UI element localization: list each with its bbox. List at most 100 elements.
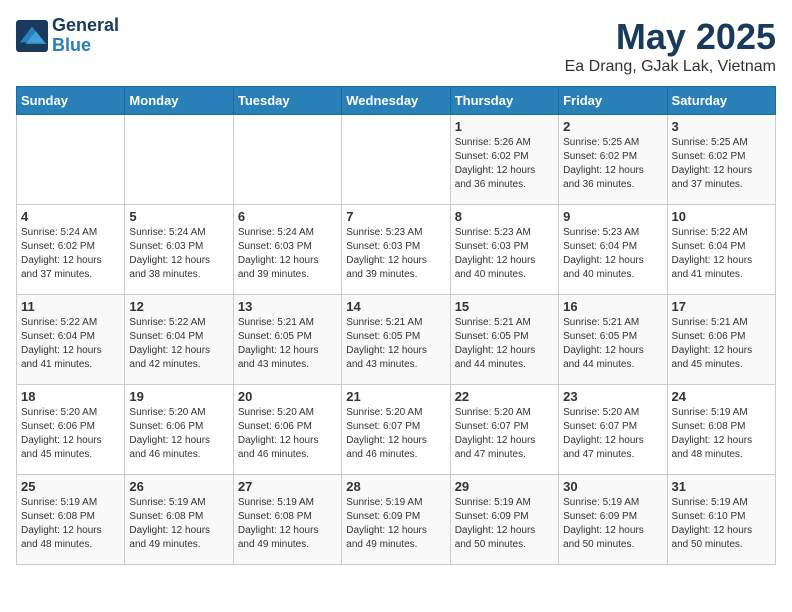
main-title: May 2025 xyxy=(565,16,776,58)
day-info: Sunrise: 5:22 AM Sunset: 6:04 PM Dayligh… xyxy=(21,316,120,372)
day-info: Sunrise: 5:21 AM Sunset: 6:06 PM Dayligh… xyxy=(672,316,771,372)
day-number: 15 xyxy=(455,299,554,314)
calendar-cell: 19Sunrise: 5:20 AM Sunset: 6:06 PM Dayli… xyxy=(125,385,233,475)
day-number: 31 xyxy=(672,479,771,494)
logo-line2: Blue xyxy=(52,36,119,56)
logo-line1: General xyxy=(52,16,119,36)
calendar-cell: 14 Sunrise: 5:21 AM Sunset: 6:05 PM Dayli… xyxy=(342,295,450,385)
calendar-cell: 1Sunrise: 5:26 AM Sunset: 6:02 PM Daylig… xyxy=(450,115,558,205)
day-number: 24 xyxy=(672,389,771,404)
calendar-cell xyxy=(125,115,233,205)
calendar-cell: 7 Sunrise: 5:23 AM Sunset: 6:03 PM Daylig… xyxy=(342,205,450,295)
day-info: Sunrise: 5:19 AM Sunset: 6:09 PM Dayligh… xyxy=(346,496,445,552)
day-number: 5 xyxy=(129,209,228,224)
column-header-tuesday: Tuesday xyxy=(233,87,341,115)
week-row-1: 1Sunrise: 5:26 AM Sunset: 6:02 PM Daylig… xyxy=(17,115,776,205)
day-info: Sunrise: 5:19 AM Sunset: 6:10 PM Dayligh… xyxy=(672,496,771,552)
calendar-cell: 8 Sunrise: 5:23 AM Sunset: 6:03 PM Daylig… xyxy=(450,205,558,295)
column-header-monday: Monday xyxy=(125,87,233,115)
calendar-cell xyxy=(342,115,450,205)
calendar-cell: 29 Sunrise: 5:19 AM Sunset: 6:09 PM Dayli… xyxy=(450,475,558,565)
column-header-saturday: Saturday xyxy=(667,87,775,115)
calendar-cell xyxy=(17,115,125,205)
day-number: 18 xyxy=(21,389,120,404)
calendar-cell: 2Sunrise: 5:25 AM Sunset: 6:02 PM Daylig… xyxy=(559,115,667,205)
day-number: 10 xyxy=(672,209,771,224)
calendar-header-row: SundayMondayTuesdayWednesdayThursdayFrid… xyxy=(17,87,776,115)
calendar-cell: 17 Sunrise: 5:21 AM Sunset: 6:06 PM Dayli… xyxy=(667,295,775,385)
calendar-cell: 23Sunrise: 5:20 AM Sunset: 6:07 PM Dayli… xyxy=(559,385,667,475)
calendar-cell: 28 Sunrise: 5:19 AM Sunset: 6:09 PM Dayli… xyxy=(342,475,450,565)
calendar-cell: 20Sunrise: 5:20 AM Sunset: 6:06 PM Dayli… xyxy=(233,385,341,475)
calendar-cell: 10 Sunrise: 5:22 AM Sunset: 6:04 PM Dayli… xyxy=(667,205,775,295)
week-row-5: 25 Sunrise: 5:19 AM Sunset: 6:08 PM Dayli… xyxy=(17,475,776,565)
day-info: Sunrise: 5:23 AM Sunset: 6:04 PM Dayligh… xyxy=(563,226,662,282)
column-header-wednesday: Wednesday xyxy=(342,87,450,115)
calendar-cell: 6Sunrise: 5:24 AM Sunset: 6:03 PM Daylig… xyxy=(233,205,341,295)
calendar-cell: 13 Sunrise: 5:21 AM Sunset: 6:05 PM Dayli… xyxy=(233,295,341,385)
day-number: 13 xyxy=(238,299,337,314)
day-info: Sunrise: 5:22 AM Sunset: 6:04 PM Dayligh… xyxy=(129,316,228,372)
day-number: 27 xyxy=(238,479,337,494)
calendar-cell: 3Sunrise: 5:25 AM Sunset: 6:02 PM Daylig… xyxy=(667,115,775,205)
calendar-cell: 12Sunrise: 5:22 AM Sunset: 6:04 PM Dayli… xyxy=(125,295,233,385)
calendar-cell: 30 Sunrise: 5:19 AM Sunset: 6:09 PM Dayli… xyxy=(559,475,667,565)
day-number: 19 xyxy=(129,389,228,404)
day-info: Sunrise: 5:19 AM Sunset: 6:08 PM Dayligh… xyxy=(672,406,771,462)
calendar-cell xyxy=(233,115,341,205)
day-info: Sunrise: 5:19 AM Sunset: 6:09 PM Dayligh… xyxy=(455,496,554,552)
day-info: Sunrise: 5:24 AM Sunset: 6:02 PM Dayligh… xyxy=(21,226,120,282)
day-number: 14 xyxy=(346,299,445,314)
day-number: 8 xyxy=(455,209,554,224)
day-info: Sunrise: 5:26 AM Sunset: 6:02 PM Dayligh… xyxy=(455,136,554,192)
day-number: 20 xyxy=(238,389,337,404)
day-number: 17 xyxy=(672,299,771,314)
calendar-cell: 5Sunrise: 5:24 AM Sunset: 6:03 PM Daylig… xyxy=(125,205,233,295)
calendar-cell: 21 Sunrise: 5:20 AM Sunset: 6:07 PM Dayli… xyxy=(342,385,450,475)
day-number: 21 xyxy=(346,389,445,404)
day-info: Sunrise: 5:23 AM Sunset: 6:03 PM Dayligh… xyxy=(346,226,445,282)
day-number: 16 xyxy=(563,299,662,314)
day-info: Sunrise: 5:19 AM Sunset: 6:09 PM Dayligh… xyxy=(563,496,662,552)
day-number: 3 xyxy=(672,119,771,134)
title-area: May 2025 Ea Drang, GJak Lak, Vietnam xyxy=(565,16,776,76)
day-number: 28 xyxy=(346,479,445,494)
day-number: 9 xyxy=(563,209,662,224)
calendar-cell: 27Sunrise: 5:19 AM Sunset: 6:08 PM Dayli… xyxy=(233,475,341,565)
day-info: Sunrise: 5:21 AM Sunset: 6:05 PM Dayligh… xyxy=(455,316,554,372)
calendar-cell: 24 Sunrise: 5:19 AM Sunset: 6:08 PM Dayli… xyxy=(667,385,775,475)
day-number: 29 xyxy=(455,479,554,494)
day-info: Sunrise: 5:21 AM Sunset: 6:05 PM Dayligh… xyxy=(238,316,337,372)
logo-icon xyxy=(16,20,48,52)
day-info: Sunrise: 5:21 AM Sunset: 6:05 PM Dayligh… xyxy=(346,316,445,372)
day-number: 26 xyxy=(129,479,228,494)
calendar-cell: 26 Sunrise: 5:19 AM Sunset: 6:08 PM Dayli… xyxy=(125,475,233,565)
calendar-cell: 15 Sunrise: 5:21 AM Sunset: 6:05 PM Dayli… xyxy=(450,295,558,385)
calendar-cell: 9 Sunrise: 5:23 AM Sunset: 6:04 PM Daylig… xyxy=(559,205,667,295)
day-number: 25 xyxy=(21,479,120,494)
day-info: Sunrise: 5:20 AM Sunset: 6:07 PM Dayligh… xyxy=(346,406,445,462)
calendar-cell: 25 Sunrise: 5:19 AM Sunset: 6:08 PM Dayli… xyxy=(17,475,125,565)
calendar-cell: 22 Sunrise: 5:20 AM Sunset: 6:07 PM Dayli… xyxy=(450,385,558,475)
column-header-friday: Friday xyxy=(559,87,667,115)
day-number: 22 xyxy=(455,389,554,404)
calendar-cell: 16Sunrise: 5:21 AM Sunset: 6:05 PM Dayli… xyxy=(559,295,667,385)
day-info: Sunrise: 5:20 AM Sunset: 6:07 PM Dayligh… xyxy=(455,406,554,462)
day-number: 11 xyxy=(21,299,120,314)
header-area: General Blue May 2025 Ea Drang, GJak Lak… xyxy=(16,16,776,76)
day-info: Sunrise: 5:19 AM Sunset: 6:08 PM Dayligh… xyxy=(21,496,120,552)
day-number: 2 xyxy=(563,119,662,134)
day-number: 30 xyxy=(563,479,662,494)
day-info: Sunrise: 5:23 AM Sunset: 6:03 PM Dayligh… xyxy=(455,226,554,282)
column-header-thursday: Thursday xyxy=(450,87,558,115)
day-info: Sunrise: 5:19 AM Sunset: 6:08 PM Dayligh… xyxy=(129,496,228,552)
day-number: 6 xyxy=(238,209,337,224)
calendar-table: SundayMondayTuesdayWednesdayThursdayFrid… xyxy=(16,86,776,565)
calendar-cell: 11 Sunrise: 5:22 AM Sunset: 6:04 PM Dayli… xyxy=(17,295,125,385)
logo: General Blue xyxy=(16,16,119,56)
column-header-sunday: Sunday xyxy=(17,87,125,115)
day-number: 7 xyxy=(346,209,445,224)
calendar-cell: 31 Sunrise: 5:19 AM Sunset: 6:10 PM Dayli… xyxy=(667,475,775,565)
day-info: Sunrise: 5:22 AM Sunset: 6:04 PM Dayligh… xyxy=(672,226,771,282)
week-row-3: 11 Sunrise: 5:22 AM Sunset: 6:04 PM Dayli… xyxy=(17,295,776,385)
